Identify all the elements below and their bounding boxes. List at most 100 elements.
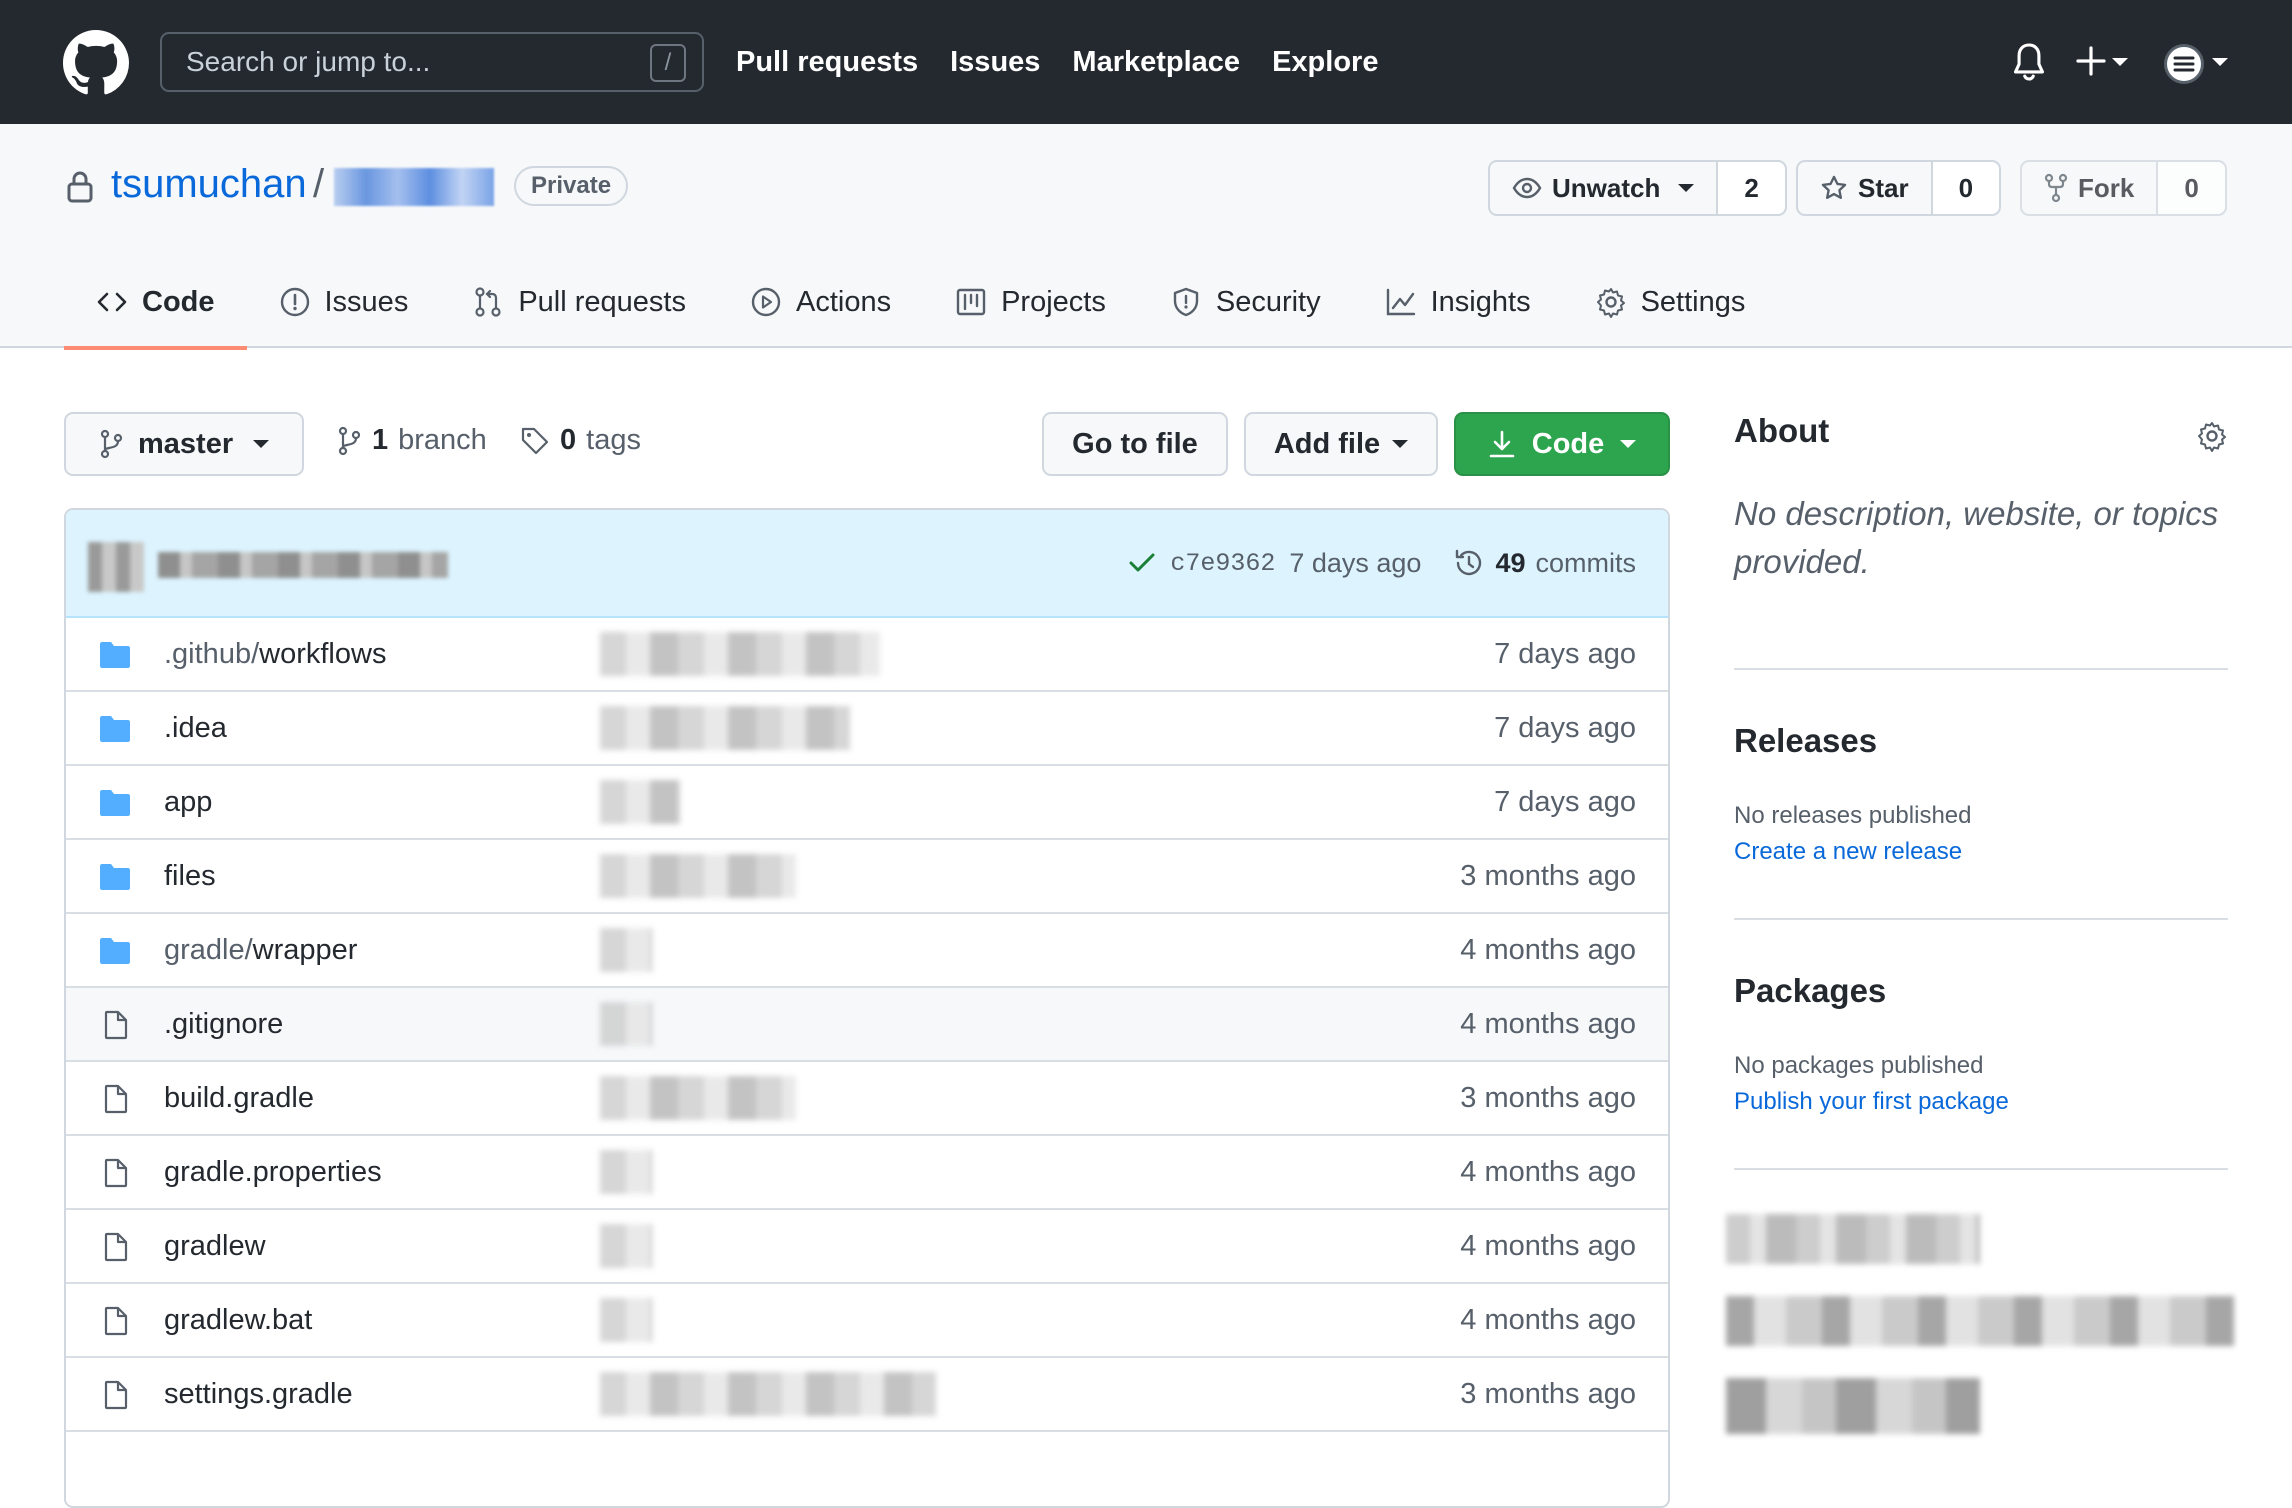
go-to-file-button[interactable]: Go to file: [1042, 412, 1228, 476]
sidebar-divider: [1734, 1168, 2228, 1170]
avatar[interactable]: [2164, 44, 2204, 84]
file-name: wrapper: [252, 933, 358, 966]
tab-settings[interactable]: Settings: [1563, 256, 1778, 348]
file-row[interactable]: gradle/wrapper 4 months ago: [66, 914, 1668, 988]
tab-code-label: Code: [142, 285, 215, 318]
bell-icon[interactable]: [2012, 42, 2046, 82]
create-release-link[interactable]: Create a new release: [1734, 838, 1962, 866]
plus-dropdown-caret-icon[interactable]: [2112, 58, 2128, 66]
file-row[interactable]: app 7 days ago: [66, 766, 1668, 840]
tab-code[interactable]: Code: [64, 256, 247, 350]
commit-message-redacted[interactable]: [158, 552, 448, 578]
file-name: app: [164, 785, 213, 818]
file-age: 4 months ago: [1460, 1229, 1636, 1262]
tab-settings-label: Settings: [1640, 285, 1746, 318]
commits-link[interactable]: 49 commits: [1453, 547, 1636, 579]
file-commit-message-redacted[interactable]: [600, 1002, 652, 1046]
nav-issues[interactable]: Issues: [950, 46, 1040, 79]
branches-link[interactable]: 1 branch: [336, 424, 487, 457]
star-button[interactable]: Star: [1798, 162, 1933, 214]
nav-pull-requests[interactable]: Pull requests: [736, 46, 918, 79]
file-row[interactable]: .github/workflows 7 days ago: [66, 618, 1668, 692]
repo-name-redacted[interactable]: [334, 168, 494, 206]
file-row[interactable]: files 3 months ago: [66, 840, 1668, 914]
tab-pull-requests-label: Pull requests: [518, 285, 686, 318]
file-row[interactable]: .gitignore 4 months ago: [66, 988, 1668, 1062]
avatar-dropdown-caret-icon[interactable]: [2212, 58, 2228, 66]
file-commit-message-redacted[interactable]: [600, 1076, 796, 1120]
repo-owner-link[interactable]: tsumuchan: [111, 162, 307, 207]
tab-issues[interactable]: Issues: [247, 256, 441, 348]
download-icon: [1489, 430, 1515, 458]
search-input[interactable]: Search or jump to... /: [160, 32, 704, 92]
file-row[interactable]: gradlew.bat 4 months ago: [66, 1284, 1668, 1358]
forks-count[interactable]: 0: [2158, 162, 2225, 214]
file-commit-message-redacted[interactable]: [600, 928, 652, 972]
file-commit-message-redacted[interactable]: [600, 780, 680, 824]
nav-marketplace[interactable]: Marketplace: [1072, 46, 1240, 79]
commit-meta: c7e9362 7 days ago 49 commits: [1128, 510, 1636, 616]
file-name-link[interactable]: files: [164, 860, 216, 893]
tab-actions[interactable]: Actions: [718, 256, 923, 348]
code-download-button[interactable]: Code: [1454, 412, 1670, 476]
file-list: c7e9362 7 days ago 49 commits .github/wo…: [64, 508, 1670, 1508]
commit-author-avatar[interactable]: [88, 542, 144, 592]
file-name-link[interactable]: build.gradle: [164, 1082, 314, 1115]
file-age: 3 months ago: [1460, 1377, 1636, 1410]
folder-icon: [100, 716, 130, 742]
issue-icon: [280, 287, 309, 317]
github-logo-icon[interactable]: [63, 30, 129, 96]
stars-count[interactable]: 0: [1932, 162, 2000, 214]
commit-age: 7 days ago: [1289, 547, 1422, 578]
tab-projects[interactable]: Projects: [923, 256, 1138, 348]
star-icon: [1821, 175, 1847, 199]
branch-icon: [100, 429, 123, 459]
history-icon: [1456, 549, 1482, 576]
branch-select-button[interactable]: master: [64, 412, 304, 476]
file-name-link[interactable]: app: [164, 786, 212, 819]
file-commit-message-redacted[interactable]: [600, 1372, 936, 1416]
file-commit-message-redacted[interactable]: [600, 632, 880, 676]
file-commit-message-redacted[interactable]: [600, 1224, 652, 1268]
file-row[interactable]: gradlew 4 months ago: [66, 1210, 1668, 1284]
file-row[interactable]: .idea 7 days ago: [66, 692, 1668, 766]
file-name-link[interactable]: settings.gradle: [164, 1378, 353, 1411]
file-name-link[interactable]: .gitignore: [164, 1008, 283, 1041]
play-icon: [751, 287, 781, 317]
publish-package-link[interactable]: Publish your first package: [1734, 1088, 2009, 1116]
file-icon: [104, 1084, 128, 1114]
file-name-link[interactable]: gradlew.bat: [164, 1304, 312, 1337]
tab-security[interactable]: Security: [1138, 256, 1353, 348]
file-name-link[interactable]: gradle.properties: [164, 1156, 382, 1189]
releases-title[interactable]: Releases: [1734, 722, 1877, 760]
add-file-button[interactable]: Add file: [1244, 412, 1438, 476]
plus-icon[interactable]: [2076, 46, 2106, 76]
packages-title[interactable]: Packages: [1734, 972, 1886, 1010]
file-row[interactable]: settings.gradle 3 months ago: [66, 1358, 1668, 1432]
nav-explore[interactable]: Explore: [1272, 46, 1378, 79]
file-commit-message-redacted[interactable]: [600, 1298, 652, 1342]
file-name-link[interactable]: .idea: [164, 712, 227, 745]
file-name-link[interactable]: .github/workflows: [164, 638, 386, 671]
about-settings-gear-icon[interactable]: [2196, 420, 2228, 452]
fork-button[interactable]: Fork: [2022, 162, 2159, 214]
file-name-link[interactable]: gradle/wrapper: [164, 934, 357, 967]
branch-icon: [338, 426, 361, 455]
check-icon[interactable]: [1128, 551, 1156, 575]
file-row[interactable]: gradle.properties 4 months ago: [66, 1136, 1668, 1210]
file-parent-path: .github/: [164, 637, 260, 670]
commit-sha-link[interactable]: c7e9362: [1170, 549, 1275, 578]
file-commit-message-redacted[interactable]: [600, 1150, 652, 1194]
avatar-menu-icon: [2173, 56, 2195, 72]
tags-link[interactable]: 0 tags: [520, 424, 641, 457]
shield-icon: [1173, 287, 1199, 317]
watchers-count[interactable]: 2: [1718, 162, 1785, 214]
unwatch-button[interactable]: Unwatch: [1490, 162, 1719, 214]
file-commit-message-redacted[interactable]: [600, 706, 850, 750]
file-name-link[interactable]: gradlew: [164, 1230, 266, 1263]
packages-empty-text: No packages published: [1734, 1052, 1984, 1079]
file-row[interactable]: build.gradle 3 months ago: [66, 1062, 1668, 1136]
tab-insights[interactable]: Insights: [1353, 256, 1563, 348]
tab-pull-requests[interactable]: Pull requests: [440, 256, 718, 348]
file-commit-message-redacted[interactable]: [600, 854, 796, 898]
